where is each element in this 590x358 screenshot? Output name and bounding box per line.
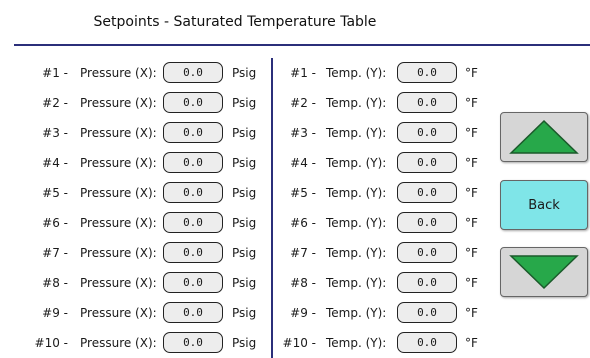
pressure-unit: Psig bbox=[232, 96, 257, 110]
temperature-unit: °F bbox=[465, 306, 478, 320]
triangle-up-icon bbox=[509, 119, 579, 154]
row-number-left: #9 - bbox=[42, 306, 68, 320]
row-number-right: #5 - bbox=[290, 186, 316, 200]
pressure-value-field[interactable]: 0.0 bbox=[163, 212, 223, 233]
back-button[interactable]: Back bbox=[500, 180, 588, 230]
pressure-unit: Psig bbox=[232, 186, 257, 200]
temperature-label: Temp. (Y): bbox=[326, 126, 387, 140]
row-number-left: #2 - bbox=[42, 96, 68, 110]
pressure-unit: Psig bbox=[232, 156, 257, 170]
row-number-right: #6 - bbox=[290, 216, 316, 230]
temperature-value-field[interactable]: 0.0 bbox=[397, 182, 457, 203]
pressure-unit: Psig bbox=[232, 66, 257, 80]
temperature-unit: °F bbox=[465, 96, 478, 110]
temperature-value-field[interactable]: 0.0 bbox=[397, 272, 457, 293]
scroll-down-button[interactable] bbox=[500, 247, 588, 297]
row-number-left: #8 - bbox=[42, 276, 68, 290]
pressure-label: Pressure (X): bbox=[80, 276, 157, 290]
row-number-right: #10 - bbox=[282, 336, 316, 350]
temperature-label: Temp. (Y): bbox=[326, 66, 387, 80]
temperature-value-field[interactable]: 0.0 bbox=[397, 92, 457, 113]
row-number-right: #4 - bbox=[290, 156, 316, 170]
temperature-label: Temp. (Y): bbox=[326, 306, 387, 320]
temperature-label: Temp. (Y): bbox=[326, 96, 387, 110]
setpoint-table: #1 - Pressure (X): 0.0 Psig #1 - Temp. (Y): 0.… bbox=[0, 58, 480, 358]
pressure-label: Pressure (X): bbox=[80, 336, 157, 350]
temperature-label: Temp. (Y): bbox=[326, 216, 387, 230]
temperature-label: Temp. (Y): bbox=[326, 276, 387, 290]
row-number-left: #10 - bbox=[34, 336, 68, 350]
row-number-left: #7 - bbox=[42, 246, 68, 260]
temperature-unit: °F bbox=[465, 66, 478, 80]
pressure-value-field[interactable]: 0.0 bbox=[163, 302, 223, 323]
pressure-value-field[interactable]: 0.0 bbox=[163, 122, 223, 143]
temperature-label: Temp. (Y): bbox=[326, 186, 387, 200]
row-number-left: #1 - bbox=[42, 66, 68, 80]
temperature-value-field[interactable]: 0.0 bbox=[397, 62, 457, 83]
setpoint-row: #10 - Pressure (X): 0.0 Psig #10 - Temp. (Y):… bbox=[0, 328, 480, 358]
pressure-label: Pressure (X): bbox=[80, 66, 157, 80]
temperature-value-field[interactable]: 0.0 bbox=[397, 212, 457, 233]
setpoint-row: #8 - Pressure (X): 0.0 Psig #8 - Temp. (Y): 0.… bbox=[0, 268, 480, 298]
temperature-unit: °F bbox=[465, 276, 478, 290]
pressure-label: Pressure (X): bbox=[80, 306, 157, 320]
row-number-left: #4 - bbox=[42, 156, 68, 170]
row-number-right: #1 - bbox=[290, 66, 316, 80]
page-title: Setpoints - Saturated Temperature Table bbox=[93, 14, 377, 30]
pressure-value-field[interactable]: 0.0 bbox=[163, 242, 223, 263]
temperature-label: Temp. (Y): bbox=[326, 156, 387, 170]
pressure-value-field[interactable]: 0.0 bbox=[163, 92, 223, 113]
row-number-left: #3 - bbox=[42, 126, 68, 140]
scroll-up-button[interactable] bbox=[500, 112, 588, 162]
pressure-label: Pressure (X): bbox=[80, 156, 157, 170]
row-number-right: #3 - bbox=[290, 126, 316, 140]
pressure-label: Pressure (X): bbox=[80, 96, 157, 110]
setpoint-row: #7 - Pressure (X): 0.0 Psig #7 - Temp. (Y): 0.… bbox=[0, 238, 480, 268]
row-number-right: #8 - bbox=[290, 276, 316, 290]
setpoint-row: #6 - Pressure (X): 0.0 Psig #6 - Temp. (Y): 0.… bbox=[0, 208, 480, 238]
setpoint-row: #2 - Pressure (X): 0.0 Psig #2 - Temp. (Y): 0.… bbox=[0, 88, 480, 118]
triangle-down-icon bbox=[509, 255, 579, 290]
temperature-unit: °F bbox=[465, 186, 478, 200]
row-number-right: #2 - bbox=[290, 96, 316, 110]
pressure-value-field[interactable]: 0.0 bbox=[163, 62, 223, 83]
setpoint-row: #3 - Pressure (X): 0.0 Psig #3 - Temp. (Y): 0.… bbox=[0, 118, 480, 148]
row-number-left: #6 - bbox=[42, 216, 68, 230]
pressure-label: Pressure (X): bbox=[80, 246, 157, 260]
pressure-unit: Psig bbox=[232, 276, 257, 290]
pressure-value-field[interactable]: 0.0 bbox=[163, 182, 223, 203]
pressure-value-field[interactable]: 0.0 bbox=[163, 332, 223, 353]
title-divider bbox=[14, 44, 590, 46]
temperature-unit: °F bbox=[465, 126, 478, 140]
temperature-unit: °F bbox=[465, 156, 478, 170]
pressure-label: Pressure (X): bbox=[80, 186, 157, 200]
row-number-left: #5 - bbox=[42, 186, 68, 200]
pressure-value-field[interactable]: 0.0 bbox=[163, 152, 223, 173]
pressure-unit: Psig bbox=[232, 216, 257, 230]
temperature-value-field[interactable]: 0.0 bbox=[397, 302, 457, 323]
pressure-label: Pressure (X): bbox=[80, 216, 157, 230]
temperature-unit: °F bbox=[465, 216, 478, 230]
row-number-right: #7 - bbox=[290, 246, 316, 260]
temperature-label: Temp. (Y): bbox=[326, 246, 387, 260]
pressure-unit: Psig bbox=[232, 306, 257, 320]
row-number-right: #9 - bbox=[290, 306, 316, 320]
pressure-unit: Psig bbox=[232, 336, 257, 350]
pressure-value-field[interactable]: 0.0 bbox=[163, 272, 223, 293]
temperature-value-field[interactable]: 0.0 bbox=[397, 242, 457, 263]
temperature-value-field[interactable]: 0.0 bbox=[397, 122, 457, 143]
setpoint-row: #5 - Pressure (X): 0.0 Psig #5 - Temp. (Y): 0.… bbox=[0, 178, 480, 208]
setpoint-row: #4 - Pressure (X): 0.0 Psig #4 - Temp. (Y): 0.… bbox=[0, 148, 480, 178]
temperature-unit: °F bbox=[465, 336, 478, 350]
temperature-value-field[interactable]: 0.0 bbox=[397, 152, 457, 173]
temperature-label: Temp. (Y): bbox=[326, 336, 387, 350]
pressure-unit: Psig bbox=[232, 126, 257, 140]
setpoint-row: #9 - Pressure (X): 0.0 Psig #9 - Temp. (Y): 0.… bbox=[0, 298, 480, 328]
pressure-label: Pressure (X): bbox=[80, 126, 157, 140]
temperature-value-field[interactable]: 0.0 bbox=[397, 332, 457, 353]
pressure-unit: Psig bbox=[232, 246, 257, 260]
temperature-unit: °F bbox=[465, 246, 478, 260]
setpoint-row: #1 - Pressure (X): 0.0 Psig #1 - Temp. (Y): 0.… bbox=[0, 58, 480, 88]
